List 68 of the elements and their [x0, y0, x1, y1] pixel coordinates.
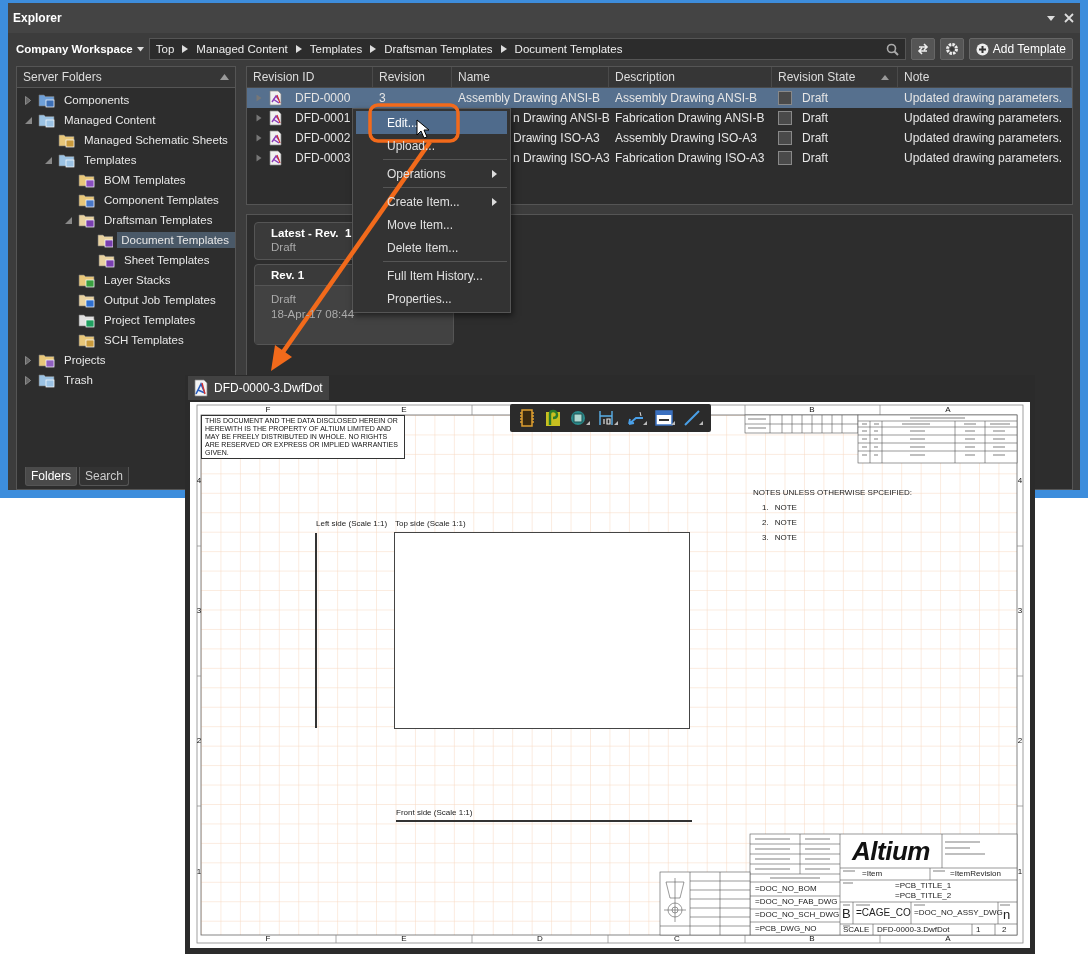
card-text: Draft: [271, 292, 296, 307]
table-cell: Draft: [802, 131, 828, 145]
table-cell: Fabrication Drawing ISO-A3: [615, 151, 765, 165]
company-logo: Altium: [852, 838, 930, 864]
table-cell: Updated drawing parameters.: [904, 131, 1063, 145]
zone-label: F: [265, 406, 271, 414]
table-cell: Drawing ISO-A3: [513, 131, 600, 145]
table-cell: Fabrication Drawing ANSI-B: [615, 111, 765, 125]
title-block-field: B: [842, 906, 851, 920]
table-cell: Updated drawing parameters.: [904, 151, 1063, 165]
zone-label: D: [537, 935, 543, 943]
table-cell: 3: [379, 91, 386, 105]
zone-label: E: [401, 406, 407, 414]
table-cell: n Drawing ISO-A3: [513, 151, 610, 165]
zone-label: F: [265, 935, 271, 943]
title-block-field: 1: [976, 926, 981, 934]
view-label: Left side (Scale 1:1): [316, 520, 388, 528]
panel-title: Server Folders: [23, 70, 102, 84]
title-block-field: n: [1003, 907, 1011, 921]
title-block-field: =DOC_NO_SCH_DWG: [755, 911, 840, 919]
table-cell: Updated drawing parameters.: [904, 91, 1063, 105]
zone-label: A: [945, 406, 951, 414]
zone-label: 3: [196, 607, 202, 615]
zone-label: 4: [1017, 477, 1023, 485]
note-number: 1.: [762, 503, 769, 512]
note-number: 3.: [762, 533, 769, 542]
table-cell: Draft: [802, 91, 828, 105]
title-block-field: =DOC_NO_ASSY_DWG: [914, 909, 1003, 917]
note-text: NOTE: [774, 533, 797, 542]
table-cell: Draft: [802, 111, 828, 125]
title-block-field: =DOC_NO_FAB_DWG: [755, 898, 838, 906]
title-block-field: 2: [1002, 926, 1007, 934]
table-cell: Assembly Drawing ANSI-B: [615, 91, 758, 105]
zone-label: E: [401, 935, 407, 943]
title-block-field: =DOC_NO_BOM: [755, 885, 817, 893]
note-text: NOTE: [774, 518, 797, 527]
table-cell: n Drawing ANSI-B: [513, 111, 610, 125]
table-cell: Assembly Drawing ANSI-B: [458, 91, 601, 105]
card-title: Latest - Rev. 1: [271, 227, 352, 239]
zone-label: 3: [1017, 607, 1023, 615]
zone-label: 2: [1017, 737, 1023, 745]
card-title: Rev. 1: [271, 269, 305, 281]
title-block-field: DFD-0000-3.DwfDot: [877, 926, 950, 934]
title-block-field: SCALE: [843, 926, 870, 934]
table-cell: Assembly Drawing ISO-A3: [615, 131, 758, 145]
title-block-field: =Item: [862, 870, 883, 878]
zone-label: 4: [196, 477, 202, 485]
zone-label: 1: [1017, 868, 1023, 876]
zone-label: A: [945, 935, 951, 943]
zone-label: B: [809, 406, 815, 414]
title-block-field: =PCB_TITLE_2: [895, 892, 952, 900]
table-cell: Updated drawing parameters.: [904, 111, 1063, 125]
view-label: Front side (Scale 1:1): [396, 809, 473, 817]
note-text: NOTE: [774, 503, 797, 512]
table-cell: Draft: [802, 151, 828, 165]
title-block-field: =PCB_DWG_NO: [755, 925, 817, 933]
note-number: 2.: [762, 518, 769, 527]
card-text: Draft: [271, 240, 296, 255]
zone-label: C: [674, 935, 680, 943]
view-label: Top side (Scale 1:1): [395, 520, 466, 528]
title-block-field: =ItemRevision: [950, 870, 1001, 878]
zone-label: 1: [196, 868, 202, 876]
notes-heading: NOTES UNLESS OTHERWISE SPCEIFIED:: [753, 488, 912, 497]
window-title: Explorer: [13, 11, 63, 25]
title-block-field: =PCB_TITLE_1: [895, 882, 952, 890]
title-block-field: =CAGE_CO: [856, 908, 911, 918]
zone-label: 2: [196, 737, 202, 745]
zone-label: B: [809, 935, 815, 943]
